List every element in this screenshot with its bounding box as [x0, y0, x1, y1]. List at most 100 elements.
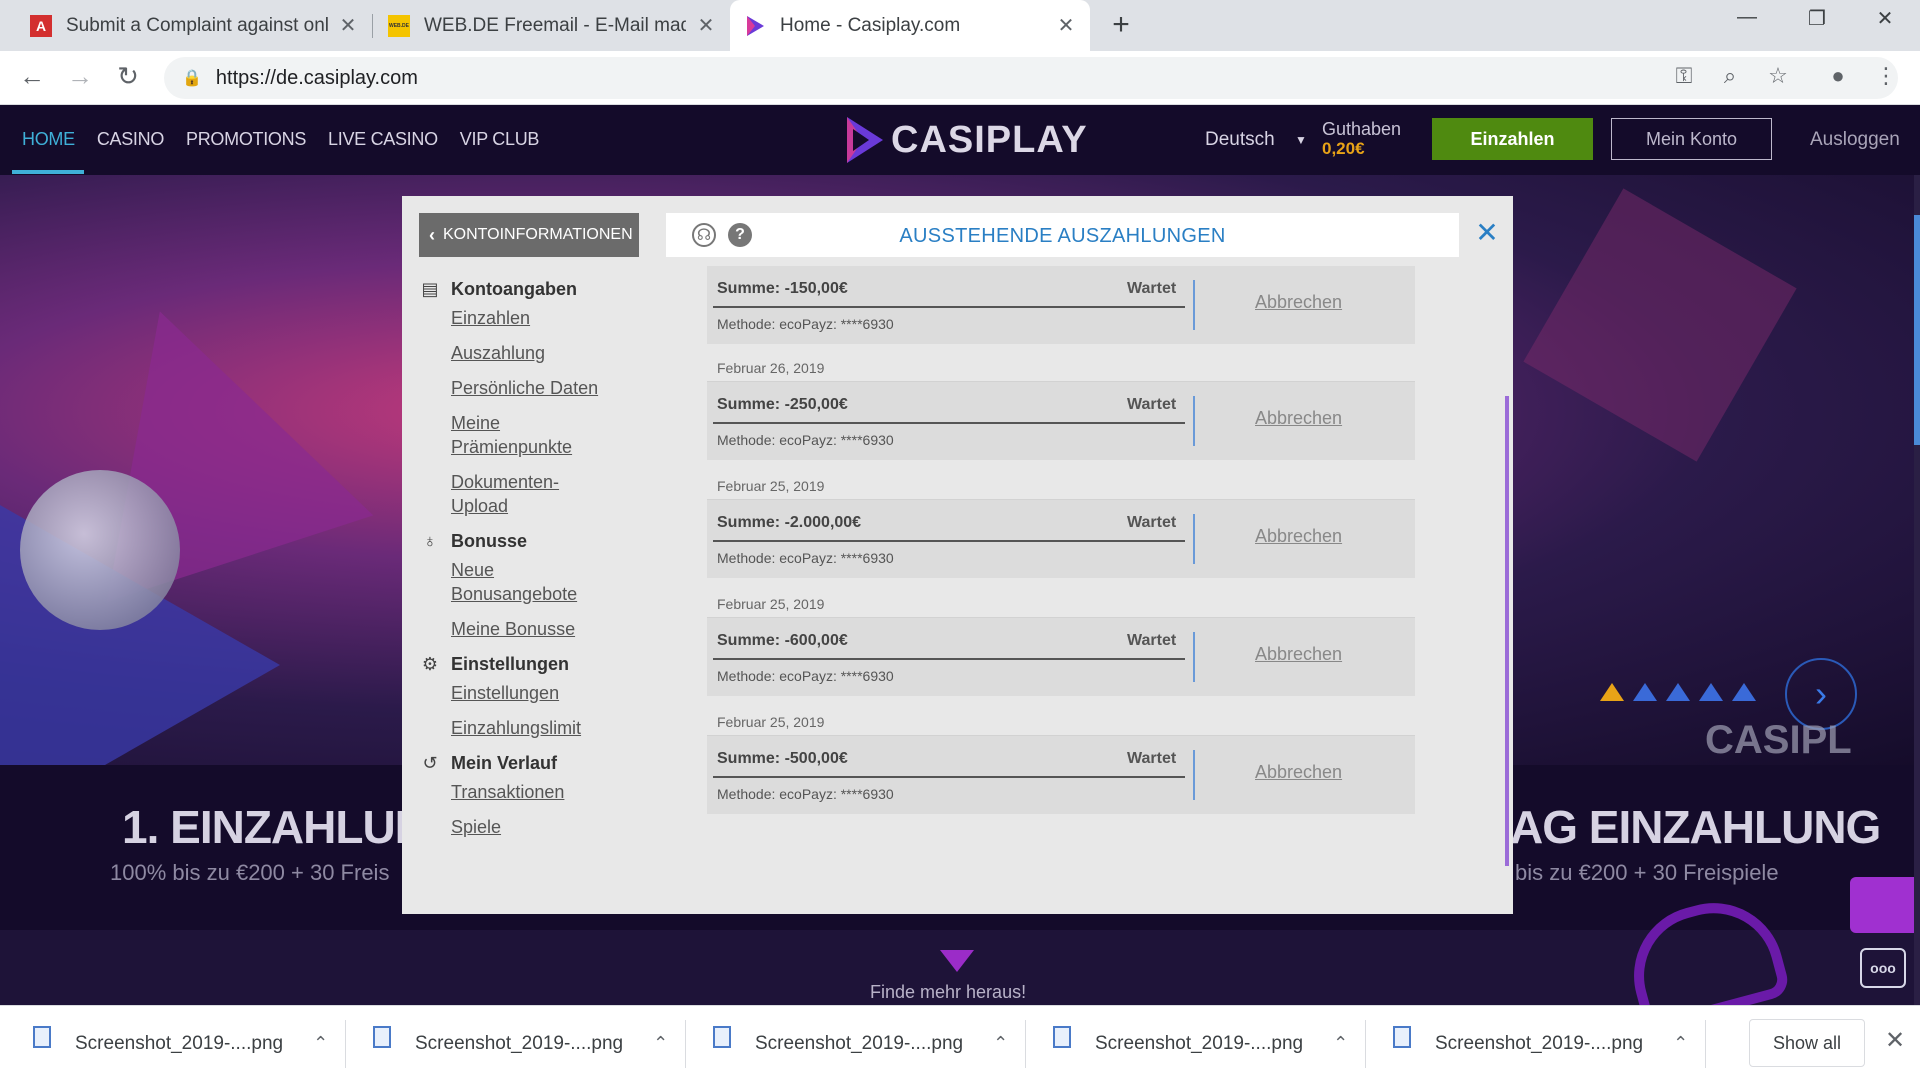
download-item[interactable]: Screenshot_2019-....png ⌃: [373, 1006, 668, 1080]
find-out-more-link[interactable]: Finde mehr heraus!: [870, 982, 1026, 1003]
menu-link-persoenliche-daten[interactable]: Persönliche Daten: [451, 376, 619, 400]
withdrawal-body: Summe: -250,00€ Wartet Methode: ecoPayz:…: [707, 382, 1415, 460]
scrollbar-thumb[interactable]: [1914, 215, 1920, 445]
key-icon[interactable]: ⚿: [1668, 63, 1700, 89]
download-item[interactable]: Screenshot_2019-....png ⌃: [713, 1006, 1008, 1080]
cancel-withdrawal-link[interactable]: Abbrechen: [1255, 292, 1342, 313]
withdrawal-date: Februar 25, 2019: [707, 472, 1415, 500]
divider: [1025, 1020, 1026, 1068]
show-all-downloads-button[interactable]: Show all: [1749, 1019, 1865, 1067]
language-select[interactable]: Deutsch: [1205, 129, 1275, 151]
restore-window-icon[interactable]: ❐: [1797, 6, 1837, 31]
close-tab-icon[interactable]: ✕: [338, 13, 358, 38]
account-info-back-button[interactable]: ‹ KONTOINFORMATIONEN: [419, 213, 639, 257]
download-item[interactable]: Screenshot_2019-....png ⌃: [1053, 1006, 1348, 1080]
menu-link-dokumenten-upload[interactable]: Dokumenten-Upload: [451, 470, 581, 518]
side-promo-tab[interactable]: [1850, 877, 1920, 933]
menu-link-einzahlungslimit[interactable]: Einzahlungslimit: [451, 716, 619, 740]
browser-tab-casiplay[interactable]: Home - Casiplay.com ✕: [730, 0, 1090, 51]
menu-link-auszahlung[interactable]: Auszahlung: [451, 341, 619, 365]
menu-section-label: Einstellungen: [451, 653, 570, 674]
cancel-withdrawal-link[interactable]: Abbrechen: [1255, 526, 1342, 547]
complaint-site-favicon-icon: A: [30, 14, 52, 37]
withdrawal-date: Februar 26, 2019: [707, 354, 1415, 382]
withdrawal-card: Summe: -150,00€ Wartet Methode: ecoPayz:…: [707, 266, 1415, 344]
chevron-up-icon[interactable]: ⌃: [993, 1033, 1008, 1054]
chevron-up-icon[interactable]: ⌃: [313, 1033, 328, 1054]
chevron-up-icon[interactable]: ⌃: [653, 1033, 668, 1054]
divider: [713, 658, 1185, 660]
menu-link-transaktionen[interactable]: Transaktionen: [451, 780, 619, 804]
withdrawal-card: Februar 25, 2019 Summe: -500,00€ Wartet …: [707, 708, 1415, 814]
modal-scrollbar[interactable]: [1505, 396, 1509, 866]
menu-link-einstellungen[interactable]: Einstellungen: [451, 681, 619, 705]
page-scrollbar[interactable]: [1914, 175, 1920, 1005]
download-item[interactable]: Screenshot_2019-....png ⌃: [1393, 1006, 1688, 1080]
minimize-window-icon[interactable]: —: [1727, 6, 1767, 29]
browser-tab-complaint[interactable]: A Submit a Complaint against onlin ✕: [16, 0, 372, 51]
new-tab-icon[interactable]: +: [1106, 8, 1136, 42]
withdrawal-status: Wartet: [1127, 280, 1177, 297]
slider-dot[interactable]: [1699, 683, 1723, 701]
casiplay-logo-icon: [847, 117, 883, 163]
balance-display: Guthaben 0,20€: [1322, 119, 1401, 159]
menu-link-spiele[interactable]: Spiele: [451, 815, 619, 839]
menu-group-mein-verlauf: ↺ Mein Verlauf Transaktionen Spiele: [419, 752, 619, 839]
casiplay-logo[interactable]: CASIPLAY: [845, 115, 1088, 165]
browser-tab-bar: A Submit a Complaint against onlin ✕ WEB…: [0, 0, 1920, 51]
chevron-down-icon[interactable]: ▼: [1295, 133, 1307, 147]
nav-casino[interactable]: CASINO: [97, 129, 165, 150]
profile-icon[interactable]: ●: [1822, 63, 1854, 89]
withdrawal-status: Wartet: [1127, 396, 1177, 413]
my-account-button[interactable]: Mein Konto: [1611, 118, 1772, 160]
menu-link-meine-bonusse[interactable]: Meine Bonusse: [451, 617, 619, 641]
decorative-orb: [20, 470, 180, 630]
close-icon[interactable]: ✕: [1472, 218, 1502, 248]
nav-promotions[interactable]: PROMOTIONS: [186, 129, 306, 150]
menu-icon[interactable]: ⋮: [1870, 63, 1902, 89]
download-item[interactable]: Screenshot_2019-....png ⌃: [33, 1006, 328, 1080]
slider-dot[interactable]: [1732, 683, 1756, 701]
menu-section: ▤ Kontoangaben: [419, 278, 619, 300]
promo-subtitle-right: bis zu €200 + 30 Freispiele: [1515, 860, 1779, 885]
withdrawal-body: Summe: -500,00€ Wartet Methode: ecoPayz:…: [707, 736, 1415, 814]
reload-icon[interactable]: ↻: [111, 61, 145, 92]
address-bar[interactable]: 🔒 https://de.casiplay.com: [164, 57, 1898, 99]
nav-vip-club[interactable]: VIP CLUB: [460, 129, 540, 150]
star-icon[interactable]: ☆: [1762, 63, 1794, 89]
nav-home[interactable]: HOME: [22, 129, 75, 150]
chat-icon[interactable]: ooo: [1860, 948, 1906, 988]
zoom-icon[interactable]: ⌕: [1714, 63, 1746, 89]
image-file-icon: [713, 1025, 731, 1048]
cancel-withdrawal-link[interactable]: Abbrechen: [1255, 762, 1342, 783]
close-tab-icon[interactable]: ✕: [696, 13, 716, 38]
deposit-button[interactable]: Einzahlen: [1432, 118, 1593, 160]
tab-title: WEB.DE Freemail - E-Mail made i: [424, 14, 686, 36]
browser-tab-webde[interactable]: WEB.DE WEB.DE Freemail - E-Mail made i ✕: [374, 0, 730, 51]
logout-link[interactable]: Ausloggen: [1810, 129, 1900, 151]
nav-live-casino[interactable]: LIVE CASINO: [328, 129, 438, 150]
forward-icon[interactable]: →: [63, 61, 97, 92]
image-file-icon: [1053, 1025, 1071, 1048]
slider-dot[interactable]: [1666, 683, 1690, 701]
back-icon[interactable]: ←: [15, 61, 49, 92]
close-downloads-icon[interactable]: ✕: [1880, 1026, 1910, 1055]
balance-label: Guthaben: [1322, 119, 1402, 139]
slider-dot[interactable]: [1600, 683, 1624, 701]
download-filename: Screenshot_2019-....png: [1095, 1032, 1304, 1054]
cancel-withdrawal-link[interactable]: Abbrechen: [1255, 644, 1342, 665]
withdrawal-body: Summe: -2.000,00€ Wartet Methode: ecoPay…: [707, 500, 1415, 578]
close-tab-icon[interactable]: ✕: [1056, 13, 1076, 38]
chevron-up-icon[interactable]: ⌃: [1333, 1033, 1348, 1054]
down-arrow-icon[interactable]: [940, 950, 974, 972]
close-window-icon[interactable]: ✕: [1865, 6, 1905, 31]
menu-link-praemienpunkte[interactable]: Meine Prämienpunkte: [451, 411, 601, 459]
menu-section: ↺ Mein Verlauf: [419, 752, 619, 774]
slider-dot[interactable]: [1633, 683, 1657, 701]
logo-text: CASIPLAY: [891, 118, 1088, 161]
menu-link-neue-bonusangebote[interactable]: Neue Bonusangebote: [451, 558, 601, 606]
chevron-up-icon[interactable]: ⌃: [1673, 1033, 1688, 1054]
cancel-withdrawal-link[interactable]: Abbrechen: [1255, 408, 1342, 429]
withdrawal-status: Wartet: [1127, 750, 1177, 767]
menu-link-einzahlen[interactable]: Einzahlen: [451, 306, 619, 330]
